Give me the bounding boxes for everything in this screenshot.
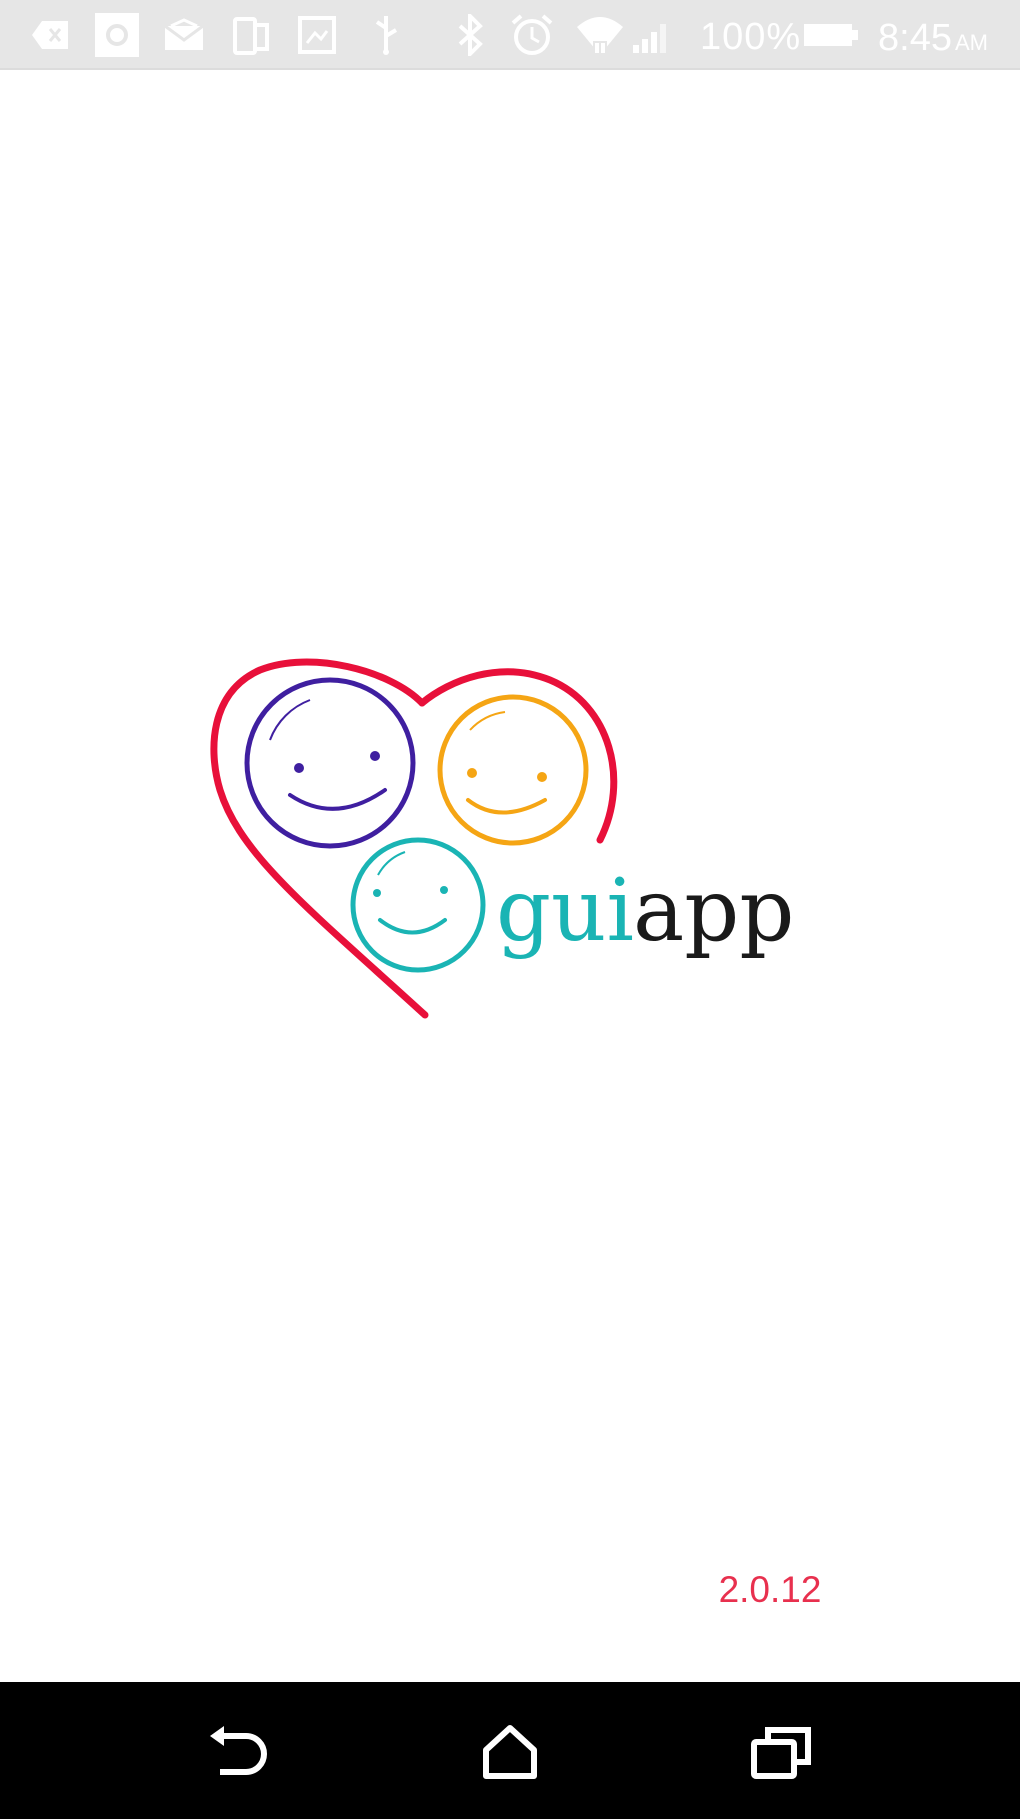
image-icon — [296, 14, 338, 56]
logo-text-app: app — [633, 861, 794, 961]
alarm-icon — [508, 14, 556, 56]
clock-time: 8:45 — [878, 17, 952, 59]
logo-text-gui: gui — [496, 861, 634, 961]
guiapp-logo: gui app — [210, 658, 794, 1019]
signal-icon — [630, 14, 674, 56]
usb-icon — [366, 14, 406, 56]
phone-copy-icon — [230, 14, 272, 56]
back-icon — [210, 1726, 267, 1775]
teal-smiley-icon — [350, 837, 486, 973]
clock-ampm: AM — [954, 30, 988, 55]
battery-percent: 100% — [700, 16, 802, 58]
splash-screen: 100% 8:45 AM gui app 2.0.12 — [0, 0, 1020, 1819]
app-version: 2.0.12 — [718, 1569, 822, 1610]
heart-outline — [210, 658, 429, 1019]
home-icon — [483, 1725, 537, 1779]
bluetooth-icon — [452, 14, 488, 56]
recent-apps-icon — [751, 1727, 811, 1779]
back-button[interactable] — [198, 1712, 278, 1792]
notification-back-icon — [28, 14, 72, 56]
purple-smiley-icon — [244, 677, 416, 849]
notification-app-icon — [94, 13, 140, 57]
recent-apps-button[interactable] — [742, 1712, 822, 1792]
status-bar: 100% 8:45 AM — [0, 0, 1020, 70]
clock: 8:45 AM — [878, 0, 988, 70]
mail-icon — [162, 14, 206, 56]
navigation-bar — [0, 1682, 1020, 1819]
home-button[interactable] — [470, 1712, 550, 1792]
wifi-icon — [574, 14, 626, 56]
orange-smiley-icon — [437, 694, 589, 846]
battery-icon — [804, 14, 858, 56]
